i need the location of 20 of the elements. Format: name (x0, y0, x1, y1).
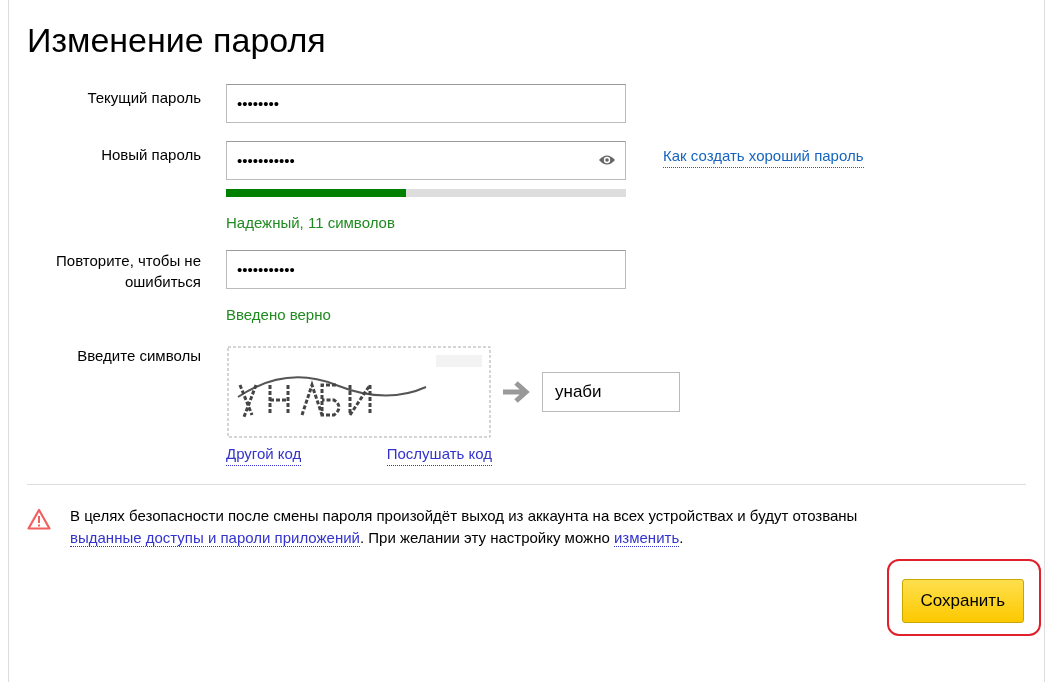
password-field[interactable]: ••••••••••• (226, 250, 626, 290)
notice-link[interactable]: выданные доступы и пароли приложений (70, 529, 360, 548)
strength-text: Надежный, 11 символов (226, 212, 396, 233)
warning-icon (27, 508, 51, 531)
field-label: Новый пароль (100, 144, 201, 165)
password-field[interactable]: ••••••••••• (226, 140, 626, 180)
arrow-icon (501, 380, 531, 403)
field-label: Текущий пароль (86, 87, 201, 108)
field-label: Введите символы (76, 345, 201, 366)
password-field[interactable]: •••••••• (226, 83, 626, 123)
save-button[interactable]: Сохранить (901, 579, 1024, 623)
captcha-link[interactable]: Послушать код (386, 442, 492, 467)
match-text: Введено верно (226, 305, 332, 326)
captcha-field[interactable]: унаби (542, 371, 680, 412)
captcha-link[interactable]: Другой код (226, 442, 302, 467)
eye-icon[interactable] (598, 153, 616, 166)
page-title: Изменение пароля (27, 20, 327, 61)
security-notice: В целях безопасности после смены пароля произойдёт выход из аккаунта на всех устройствах и будут отозваны выданные доступы и пароли приложений. При желании эту настройку можно изменить. (70, 506, 859, 550)
help-link[interactable]: Как создать хороший пароль (663, 144, 864, 169)
field-label: Повторите, чтобы не ошибиться (55, 251, 201, 293)
